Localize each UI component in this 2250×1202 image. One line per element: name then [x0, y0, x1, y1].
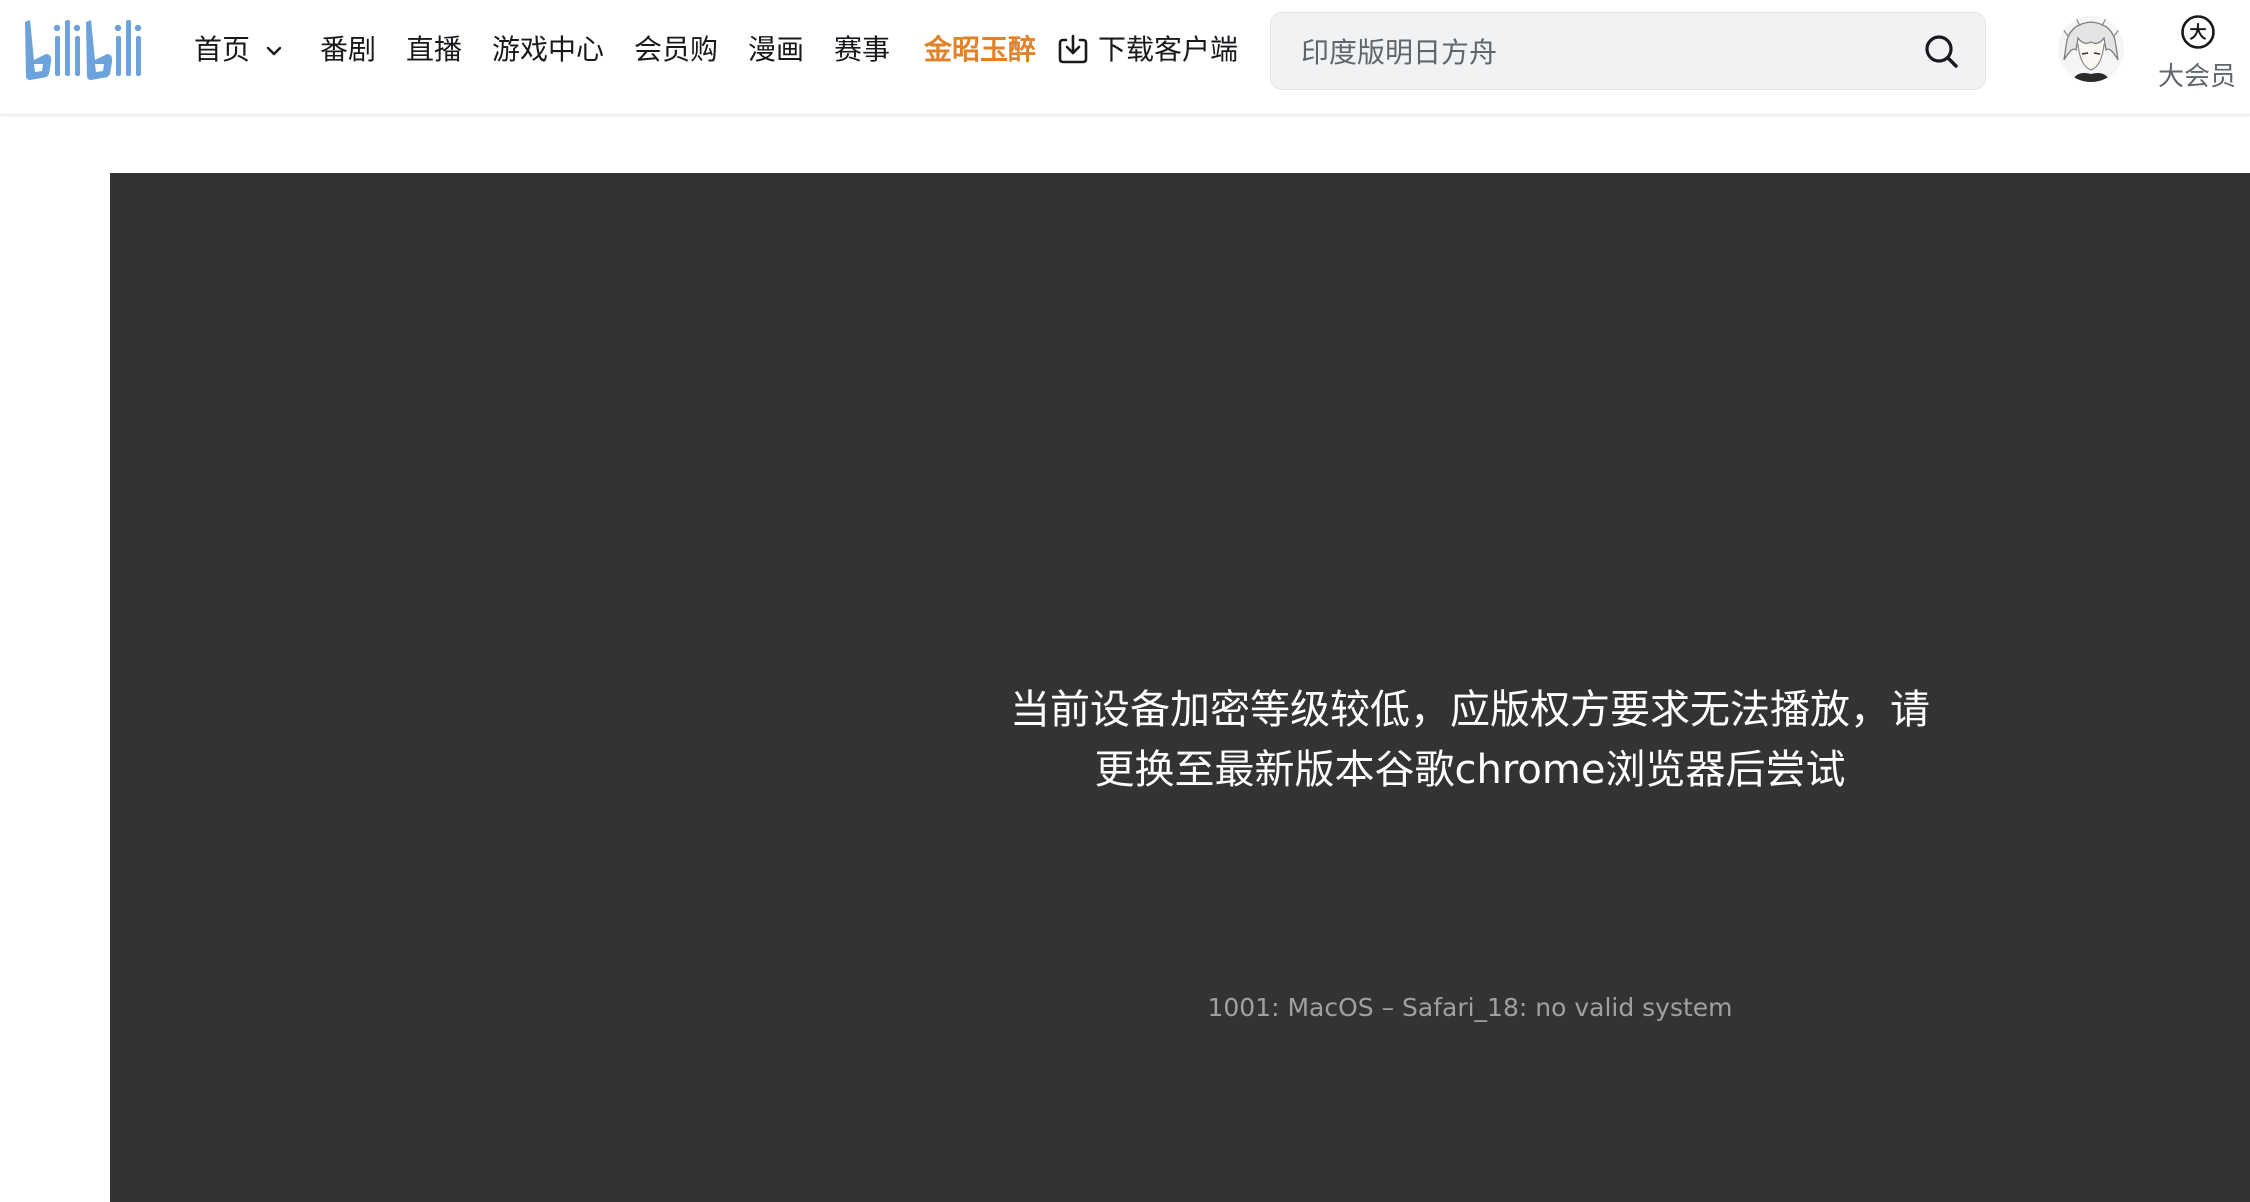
error-line-1: 当前设备加密等级较低，应版权方要求无法播放，请	[1010, 687, 1930, 733]
nav-esports-label: 赛事	[834, 33, 891, 66]
avatar-image	[2058, 16, 2124, 82]
nav-esports[interactable]: 赛事	[834, 26, 890, 74]
nav-anime-label: 番剧	[320, 33, 377, 66]
error-line-2: 更换至最新版本谷歌chrome浏览器后尝试	[1094, 747, 1846, 793]
nav-promo[interactable]: 金昭玉醉	[924, 26, 1036, 74]
nav-home[interactable]: 首页	[194, 26, 283, 74]
nav-promo-label: 金昭玉醉	[924, 33, 1037, 66]
top-header: 首页 番剧 直播 游戏中心 会员购 漫画 赛事 金昭玉醉 下载客户端 印度版明日…	[0, 0, 2250, 115]
playback-error-message: 当前设备加密等级较低，应版权方要求无法播放，请 更换至最新版本谷歌chrome浏…	[880, 680, 2060, 800]
nav-mall-label: 会员购	[634, 33, 719, 66]
nav-manga-label: 漫画	[748, 33, 805, 66]
nav-home-label: 首页	[194, 33, 251, 66]
nav-live-label: 直播	[406, 33, 463, 66]
search-icon[interactable]	[1921, 31, 1961, 71]
download-icon	[1058, 34, 1088, 64]
nav-game-center-label: 游戏中心	[492, 33, 605, 66]
error-code: 1001: MacOS – Safari_18: no valid system	[1207, 993, 1733, 1022]
vip-label: 大会员	[2157, 62, 2236, 92]
bilibili-logo[interactable]	[22, 14, 148, 84]
nav-download-client-label: 下载客户端	[1098, 33, 1239, 66]
vip-icon-char: 大	[2190, 22, 2207, 43]
nav-download-client[interactable]: 下载客户端	[1056, 26, 1238, 74]
nav-game-center[interactable]: 游戏中心	[492, 26, 604, 74]
avatar[interactable]	[2058, 16, 2124, 82]
vip-entry[interactable]: 大 大会员	[2152, 12, 2242, 92]
vip-icon: 大	[2181, 15, 2215, 49]
nav-mall[interactable]: 会员购	[634, 26, 718, 74]
nav-manga[interactable]: 漫画	[748, 26, 804, 74]
nav-anime[interactable]: 番剧	[320, 26, 376, 74]
chevron-down-icon	[266, 46, 282, 56]
nav-live[interactable]: 直播	[406, 26, 462, 74]
search-input[interactable]	[1299, 13, 1863, 91]
search-bar	[1270, 12, 1986, 91]
